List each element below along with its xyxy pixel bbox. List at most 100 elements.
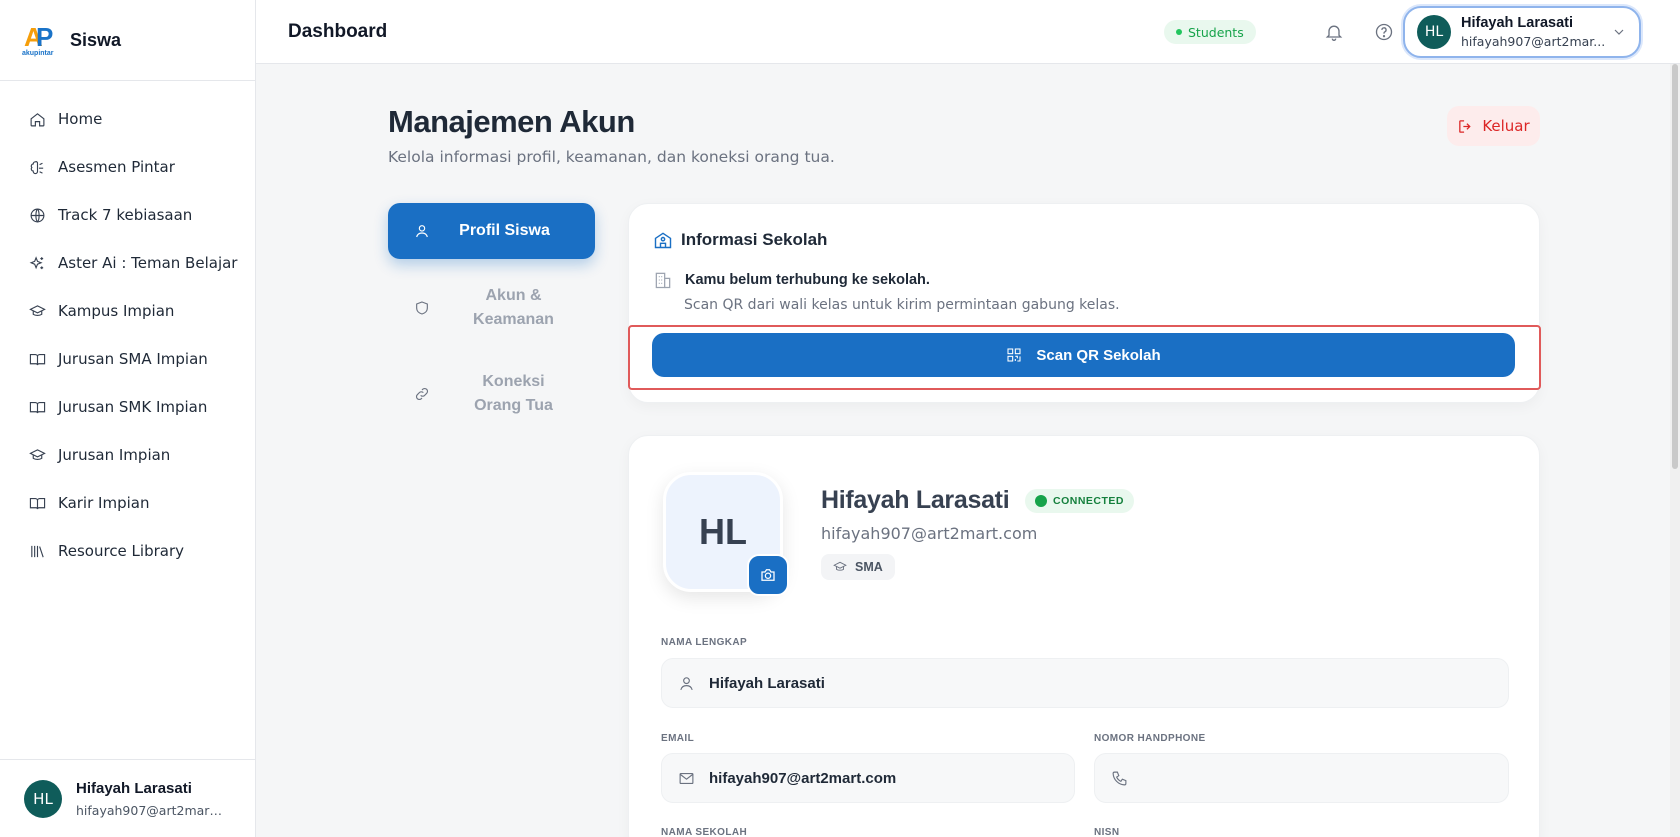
graduation-cap-icon [28, 302, 46, 320]
scan-qr-label: Scan QR Sekolah [1036, 346, 1161, 364]
qr-code-icon [1007, 348, 1021, 362]
brain-icon [28, 158, 46, 176]
tab-label: Akun & Keamanan [473, 287, 554, 328]
school-status-text: Kamu belum terhubung ke sekolah. [685, 272, 930, 288]
tab-koneksi-orang-tua[interactable]: Koneksi Orang Tua [388, 368, 595, 420]
sidebar-item-jurusan-sma-impian[interactable]: Jurusan SMA Impian [0, 335, 255, 383]
sidebar-item-label: Karir Impian [58, 494, 150, 512]
change-photo-button[interactable] [747, 554, 789, 596]
logout-button[interactable]: Keluar [1447, 106, 1540, 146]
sidebar-user[interactable]: HL Hifayah Larasati hifayah907@art2mart.… [0, 759, 255, 837]
school-icon [654, 232, 672, 249]
home-icon [28, 110, 46, 128]
logout-icon [1459, 119, 1471, 133]
scrollbar-thumb[interactable] [1672, 64, 1678, 469]
sidebar-item-resource-library[interactable]: Resource Library [0, 527, 255, 575]
book-icon [28, 350, 46, 368]
page-subtitle: Kelola informasi profil, keamanan, dan k… [388, 148, 835, 166]
sidebar-item-label: Track 7 kebiasaan [58, 206, 193, 224]
profile-name: Hifayah Larasati [821, 486, 1010, 514]
full-name-field[interactable]: Hifayah Larasati [661, 658, 1509, 708]
brand[interactable]: A Pakupintar Siswa [0, 0, 255, 81]
book-icon [28, 494, 46, 512]
shield-icon [412, 300, 432, 316]
full-name-label: NAMA LENGKAP [661, 637, 748, 648]
user-menu-name: Hifayah Larasati [1461, 15, 1574, 31]
sidebar-user-email: hifayah907@art2mart.c... [76, 802, 226, 818]
school-level-chip: SMA [821, 554, 895, 580]
page-title: Manajemen Akun [388, 104, 635, 139]
sidebar-item-label: Jurusan SMK Impian [58, 398, 208, 416]
sidebar-item-home[interactable]: Home [0, 95, 255, 143]
phone-field[interactable] [1094, 753, 1509, 803]
page-header-title: Dashboard [288, 21, 388, 42]
sidebar-item-label: Jurusan SMA Impian [58, 350, 208, 368]
school-info-heading: Informasi Sekolah [653, 230, 827, 250]
tab-akun-keamanan[interactable]: Akun & Keamanan [388, 282, 595, 334]
status-dot [1176, 29, 1182, 35]
sidebar-item-jurusan-smk-impian[interactable]: Jurusan SMK Impian [0, 383, 255, 431]
sidebar-item-kampus-impian[interactable]: Kampus Impian [0, 287, 255, 335]
avatar: HL [1417, 15, 1451, 49]
sidebar-item-label: Kampus Impian [58, 302, 175, 320]
bell-icon[interactable] [1322, 20, 1346, 44]
school-status-message: Kamu belum terhubung ke sekolah. [653, 270, 930, 290]
tab-profil-siswa[interactable]: Profil Siswa [388, 203, 595, 259]
user-icon [680, 676, 693, 690]
scan-qr-button[interactable]: Scan QR Sekolah [652, 333, 1515, 377]
school-status-hint: Scan QR dari wali kelas untuk kirim perm… [684, 297, 1120, 313]
school-name-label: NAMA SEKOLAH [661, 827, 748, 837]
help-icon[interactable] [1372, 20, 1396, 44]
sidebar-item-label: Home [58, 110, 103, 128]
full-name-value: Hifayah Larasati [709, 674, 825, 692]
sidebar-item-karir-impian[interactable]: Karir Impian [0, 479, 255, 527]
chevron-down-icon [1611, 24, 1627, 44]
sidebar-item-jurusan-impian[interactable]: Jurusan Impian [0, 431, 255, 479]
user-menu[interactable]: HL Hifayah Larasati hifayah907@art2mar..… [1403, 6, 1641, 58]
status-dot [1035, 495, 1047, 507]
library-icon [28, 542, 46, 560]
email-field[interactable]: hifayah907@art2mart.com [661, 753, 1075, 803]
sparkle-icon [28, 254, 46, 272]
profile-email: hifayah907@art2mart.com [821, 524, 1038, 543]
phone-icon [1112, 771, 1127, 785]
graduation-cap-icon [833, 561, 847, 571]
sidebar-item-label: Aster Ai : Teman Belajar [58, 254, 238, 272]
mail-icon [679, 772, 694, 784]
sidebar-item-aster-ai[interactable]: Aster Ai : Teman Belajar [0, 239, 255, 287]
logout-label: Keluar [1482, 117, 1530, 135]
globe-icon [28, 206, 46, 224]
sidebar-user-name: Hifayah Larasati [76, 779, 192, 797]
topbar: Dashboard Students HL Hifayah Larasati h… [256, 0, 1680, 64]
sidebar-item-label: Resource Library [58, 542, 185, 560]
sidebar: A Pakupintar Siswa Home Asesmen Pintar Tr… [0, 0, 256, 837]
email-label: EMAIL [661, 733, 695, 744]
phone-label: NOMOR HANDPHONE [1094, 733, 1206, 744]
sidebar-item-track-7-kebiasaan[interactable]: Track 7 kebiasaan [0, 191, 255, 239]
status-badge-label: CONNECTED [1053, 495, 1125, 507]
avatar: HL [24, 779, 62, 818]
status-badge: CONNECTED [1025, 489, 1135, 513]
graduation-cap-icon [28, 446, 46, 464]
brand-name: Siswa [70, 29, 122, 50]
tab-label: Profil Siswa [459, 222, 550, 239]
sidebar-item-label: Jurusan Impian [58, 446, 171, 464]
link-icon [412, 386, 432, 402]
brand-logo: A Pakupintar [22, 22, 54, 57]
school-level-label: SMA [855, 560, 883, 574]
school-info-title: Informasi Sekolah [681, 230, 828, 249]
profile-card: HL Hifayah Larasati CONNECTED hifayah907… [628, 435, 1540, 837]
tab-label: Koneksi Orang Tua [474, 373, 553, 414]
camera-icon [761, 569, 775, 581]
sidebar-item-label: Asesmen Pintar [58, 158, 175, 176]
sidebar-nav: Home Asesmen Pintar Track 7 kebiasaan As… [0, 81, 255, 575]
email-value: hifayah907@art2mart.com [709, 769, 897, 787]
scrollbar[interactable] [1670, 64, 1680, 837]
role-badge: Students [1164, 20, 1256, 44]
role-badge-label: Students [1188, 24, 1244, 40]
book-icon [28, 398, 46, 416]
user-icon [412, 223, 432, 239]
sidebar-item-asesmen-pintar[interactable]: Asesmen Pintar [0, 143, 255, 191]
user-menu-email: hifayah907@art2mar... [1461, 34, 1606, 49]
building-icon [655, 272, 671, 289]
